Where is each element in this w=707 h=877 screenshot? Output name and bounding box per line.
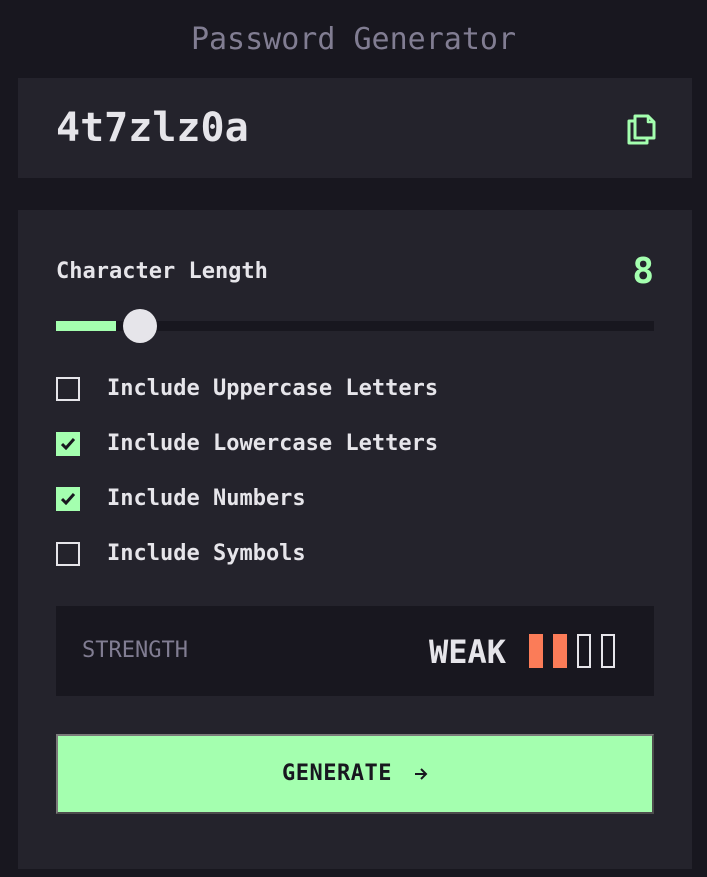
generate-label: GENERATE — [282, 761, 392, 786]
page-title: Password Generator — [190, 22, 517, 57]
option-symbols[interactable]: Include Symbols — [56, 541, 306, 567]
slider-fill — [56, 321, 116, 331]
symbols-label: Include Symbols — [107, 541, 306, 566]
uppercase-checkbox[interactable] — [56, 377, 80, 401]
strength-meter: STRENGTH WEAK — [56, 606, 654, 696]
strength-bar — [577, 634, 591, 668]
strength-value: WEAK — [429, 633, 507, 671]
password-text: 4t7zlz0a — [56, 105, 249, 151]
character-length-value: 8 — [632, 251, 654, 292]
numbers-label: Include Numbers — [107, 486, 306, 511]
password-output: 4t7zlz0a — [18, 78, 692, 178]
settings-panel: Character Length 8 Include Uppercase Let… — [18, 210, 692, 869]
strength-bar — [553, 634, 567, 668]
strength-bar — [601, 634, 615, 668]
option-uppercase[interactable]: Include Uppercase Letters — [56, 376, 438, 402]
length-slider[interactable] — [56, 309, 654, 343]
option-lowercase[interactable]: Include Lowercase Letters — [56, 431, 438, 457]
strength-bar — [529, 634, 543, 668]
arrow-right-icon — [414, 767, 428, 781]
generate-button[interactable]: GENERATE — [56, 734, 654, 814]
uppercase-label: Include Uppercase Letters — [107, 376, 439, 401]
copy-button[interactable] — [626, 112, 656, 146]
lowercase-checkbox[interactable] — [56, 432, 80, 456]
lowercase-label: Include Lowercase Letters — [107, 431, 439, 456]
slider-thumb[interactable] — [123, 309, 157, 343]
symbols-checkbox[interactable] — [56, 542, 80, 566]
option-numbers[interactable]: Include Numbers — [56, 486, 306, 512]
copy-icon — [627, 114, 656, 145]
check-icon — [61, 493, 75, 505]
character-length-label: Character Length — [56, 259, 268, 284]
strength-label: STRENGTH — [82, 638, 188, 663]
check-icon — [61, 438, 75, 450]
numbers-checkbox[interactable] — [56, 487, 80, 511]
